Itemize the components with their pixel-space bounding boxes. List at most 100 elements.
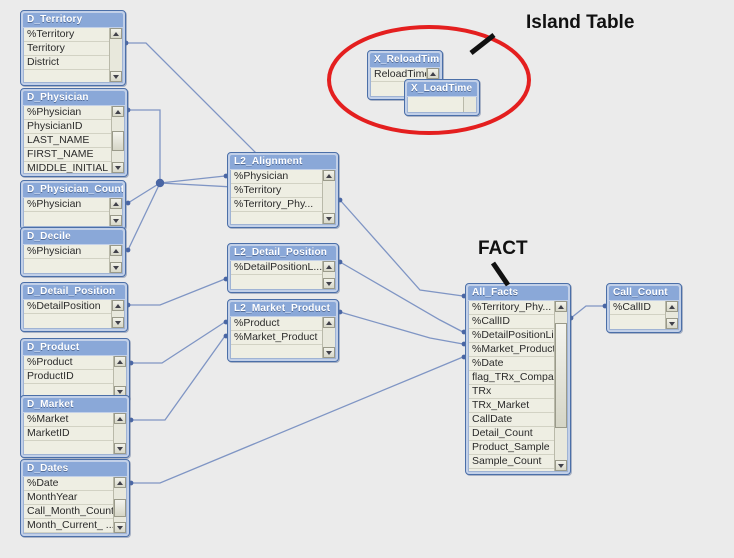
scroll-down-arrow-icon[interactable] bbox=[112, 162, 124, 173]
field-row[interactable]: %Date bbox=[469, 357, 567, 371]
vertical-scrollbar[interactable] bbox=[322, 261, 335, 289]
scroll-up-arrow-icon[interactable] bbox=[110, 198, 122, 209]
scroll-up-arrow-icon[interactable] bbox=[323, 261, 335, 272]
field-row[interactable]: TRx_Market bbox=[469, 399, 567, 413]
scroll-up-arrow-icon[interactable] bbox=[110, 245, 122, 256]
field-row[interactable]: %Territory bbox=[24, 28, 122, 42]
scroll-up-arrow-icon[interactable] bbox=[114, 477, 126, 488]
scroll-up-arrow-icon[interactable] bbox=[666, 301, 678, 312]
table-d-market[interactable]: D_Market %Market MarketID bbox=[20, 395, 130, 458]
field-row[interactable]: Month_Current_ ... bbox=[24, 519, 126, 533]
table-d-detail-position[interactable]: D_Detail_Position %DetailPosition bbox=[20, 282, 128, 332]
scroll-down-arrow-icon[interactable] bbox=[323, 347, 335, 358]
scroll-up-arrow-icon[interactable] bbox=[323, 170, 335, 181]
table-d-product[interactable]: D_Product %Product ProductID bbox=[20, 338, 130, 401]
vertical-scrollbar[interactable] bbox=[109, 245, 122, 273]
table-d-territory[interactable]: D_Territory %Territory Territory Distric… bbox=[20, 10, 126, 86]
scroll-thumb[interactable] bbox=[555, 323, 567, 428]
scroll-down-arrow-icon[interactable] bbox=[112, 317, 124, 328]
vertical-scrollbar[interactable] bbox=[109, 28, 122, 82]
scroll-up-arrow-icon[interactable] bbox=[323, 317, 335, 328]
table-l2-alignment[interactable]: L2_Alignment %Physician %Territory %Terr… bbox=[227, 152, 339, 228]
field-row[interactable]: %Physician bbox=[24, 106, 124, 120]
field-row[interactable]: %DetailPosition bbox=[24, 300, 124, 314]
field-row[interactable]: ProductID bbox=[24, 370, 126, 384]
scroll-up-arrow-icon[interactable] bbox=[555, 301, 567, 312]
field-row-empty bbox=[231, 345, 335, 358]
field-row[interactable]: CallDate bbox=[469, 413, 567, 427]
table-title: D_Physician bbox=[23, 91, 125, 105]
scroll-up-arrow-icon[interactable] bbox=[114, 356, 126, 367]
scroll-up-arrow-icon[interactable] bbox=[112, 106, 124, 117]
vertical-scrollbar[interactable] bbox=[463, 97, 476, 112]
table-field-list: %Territory_Phy... %CallID %DetailPositio… bbox=[468, 301, 568, 472]
field-row[interactable]: %Product bbox=[231, 317, 335, 331]
field-row[interactable]: Product_Sample bbox=[469, 441, 567, 455]
field-row[interactable]: flag_TRx_Compa... bbox=[469, 371, 567, 385]
scroll-down-arrow-icon[interactable] bbox=[114, 443, 126, 454]
field-row[interactable]: PhysicianID bbox=[24, 120, 124, 134]
field-row[interactable]: %Territory_Phy... bbox=[231, 198, 335, 212]
scroll-down-arrow-icon[interactable] bbox=[110, 215, 122, 226]
scroll-down-arrow-icon[interactable] bbox=[114, 522, 126, 533]
field-row[interactable]: %Physician bbox=[24, 198, 122, 212]
vertical-scrollbar[interactable] bbox=[665, 301, 678, 329]
field-row[interactable]: TRx bbox=[469, 385, 567, 399]
table-d-dates[interactable]: D_Dates %Date MonthYear Call_Month_Count… bbox=[20, 459, 130, 537]
field-row[interactable]: MarketID bbox=[24, 427, 126, 441]
table-field-list: %Territory Territory District bbox=[23, 28, 123, 83]
fact-label: FACT bbox=[478, 238, 528, 259]
table-all-facts[interactable]: All_Facts %Territory_Phy... %CallID %Det… bbox=[465, 283, 571, 475]
vertical-scrollbar[interactable] bbox=[113, 413, 126, 454]
table-d-physician-count[interactable]: D_Physician_Count %Physician bbox=[20, 180, 126, 230]
field-row[interactable]: %Territory_Phy... bbox=[469, 301, 567, 315]
field-row[interactable]: %Market_Product bbox=[231, 331, 335, 345]
scroll-up-arrow-icon[interactable] bbox=[110, 28, 122, 39]
field-row[interactable]: MonthYear bbox=[24, 491, 126, 505]
field-row[interactable]: Detail_Count bbox=[469, 427, 567, 441]
table-l2-detail-position[interactable]: L2_Detail_Position %DetailPositionL... bbox=[227, 243, 339, 293]
field-row[interactable]: FIRST_NAME bbox=[24, 148, 124, 162]
scroll-up-arrow-icon[interactable] bbox=[114, 413, 126, 424]
table-x-loadtime[interactable]: X_LoadTime bbox=[404, 79, 480, 116]
field-row[interactable]: %Physician bbox=[231, 170, 335, 184]
scroll-down-arrow-icon[interactable] bbox=[110, 71, 122, 82]
field-row[interactable]: %Date bbox=[24, 477, 126, 491]
vertical-scrollbar[interactable] bbox=[113, 477, 126, 533]
scroll-thumb[interactable] bbox=[112, 131, 124, 151]
scroll-down-arrow-icon[interactable] bbox=[666, 318, 678, 329]
field-row[interactable]: LAST_NAME bbox=[24, 134, 124, 148]
scroll-down-arrow-icon[interactable] bbox=[555, 460, 567, 471]
scroll-up-arrow-icon[interactable] bbox=[112, 300, 124, 311]
scroll-down-arrow-icon[interactable] bbox=[323, 278, 335, 289]
scroll-thumb[interactable] bbox=[114, 499, 126, 517]
field-row[interactable]: %Physician bbox=[24, 245, 122, 259]
vertical-scrollbar[interactable] bbox=[554, 301, 567, 471]
table-field-list: %Date MonthYear Call_Month_Count Month_C… bbox=[23, 477, 127, 534]
vertical-scrollbar[interactable] bbox=[113, 356, 126, 397]
table-call-count[interactable]: Call_Count %CallID bbox=[606, 283, 682, 333]
field-row[interactable]: %Territory bbox=[231, 184, 335, 198]
field-row[interactable]: %Product bbox=[24, 356, 126, 370]
field-row[interactable]: %CallID bbox=[469, 315, 567, 329]
field-row[interactable]: Territory bbox=[24, 42, 122, 56]
field-row[interactable]: Sample_Count bbox=[469, 455, 567, 469]
field-row[interactable]: %Market_Product bbox=[469, 343, 567, 357]
vertical-scrollbar[interactable] bbox=[322, 170, 335, 224]
field-row[interactable]: MIDDLE_INITIAL bbox=[24, 162, 124, 173]
vertical-scrollbar[interactable] bbox=[322, 317, 335, 358]
field-row[interactable]: District bbox=[24, 56, 122, 70]
field-row[interactable]: %DetailPositionL... bbox=[231, 261, 335, 275]
vertical-scrollbar[interactable] bbox=[109, 198, 122, 226]
vertical-scrollbar[interactable] bbox=[111, 300, 124, 328]
scroll-down-arrow-icon[interactable] bbox=[323, 213, 335, 224]
table-d-physician[interactable]: D_Physician %Physician PhysicianID LAST_… bbox=[20, 88, 128, 177]
scroll-up-arrow-icon[interactable] bbox=[427, 68, 439, 79]
scroll-down-arrow-icon[interactable] bbox=[110, 262, 122, 273]
table-d-decile[interactable]: D_Decile %Physician bbox=[20, 227, 126, 277]
table-l2-market-product[interactable]: L2_Market_Product %Product %Market_Produ… bbox=[227, 299, 339, 362]
field-row[interactable]: Call_Month_Count bbox=[24, 505, 126, 519]
field-row[interactable]: %Market bbox=[24, 413, 126, 427]
vertical-scrollbar[interactable] bbox=[111, 106, 124, 173]
field-row[interactable]: %DetailPositionLi... bbox=[469, 329, 567, 343]
